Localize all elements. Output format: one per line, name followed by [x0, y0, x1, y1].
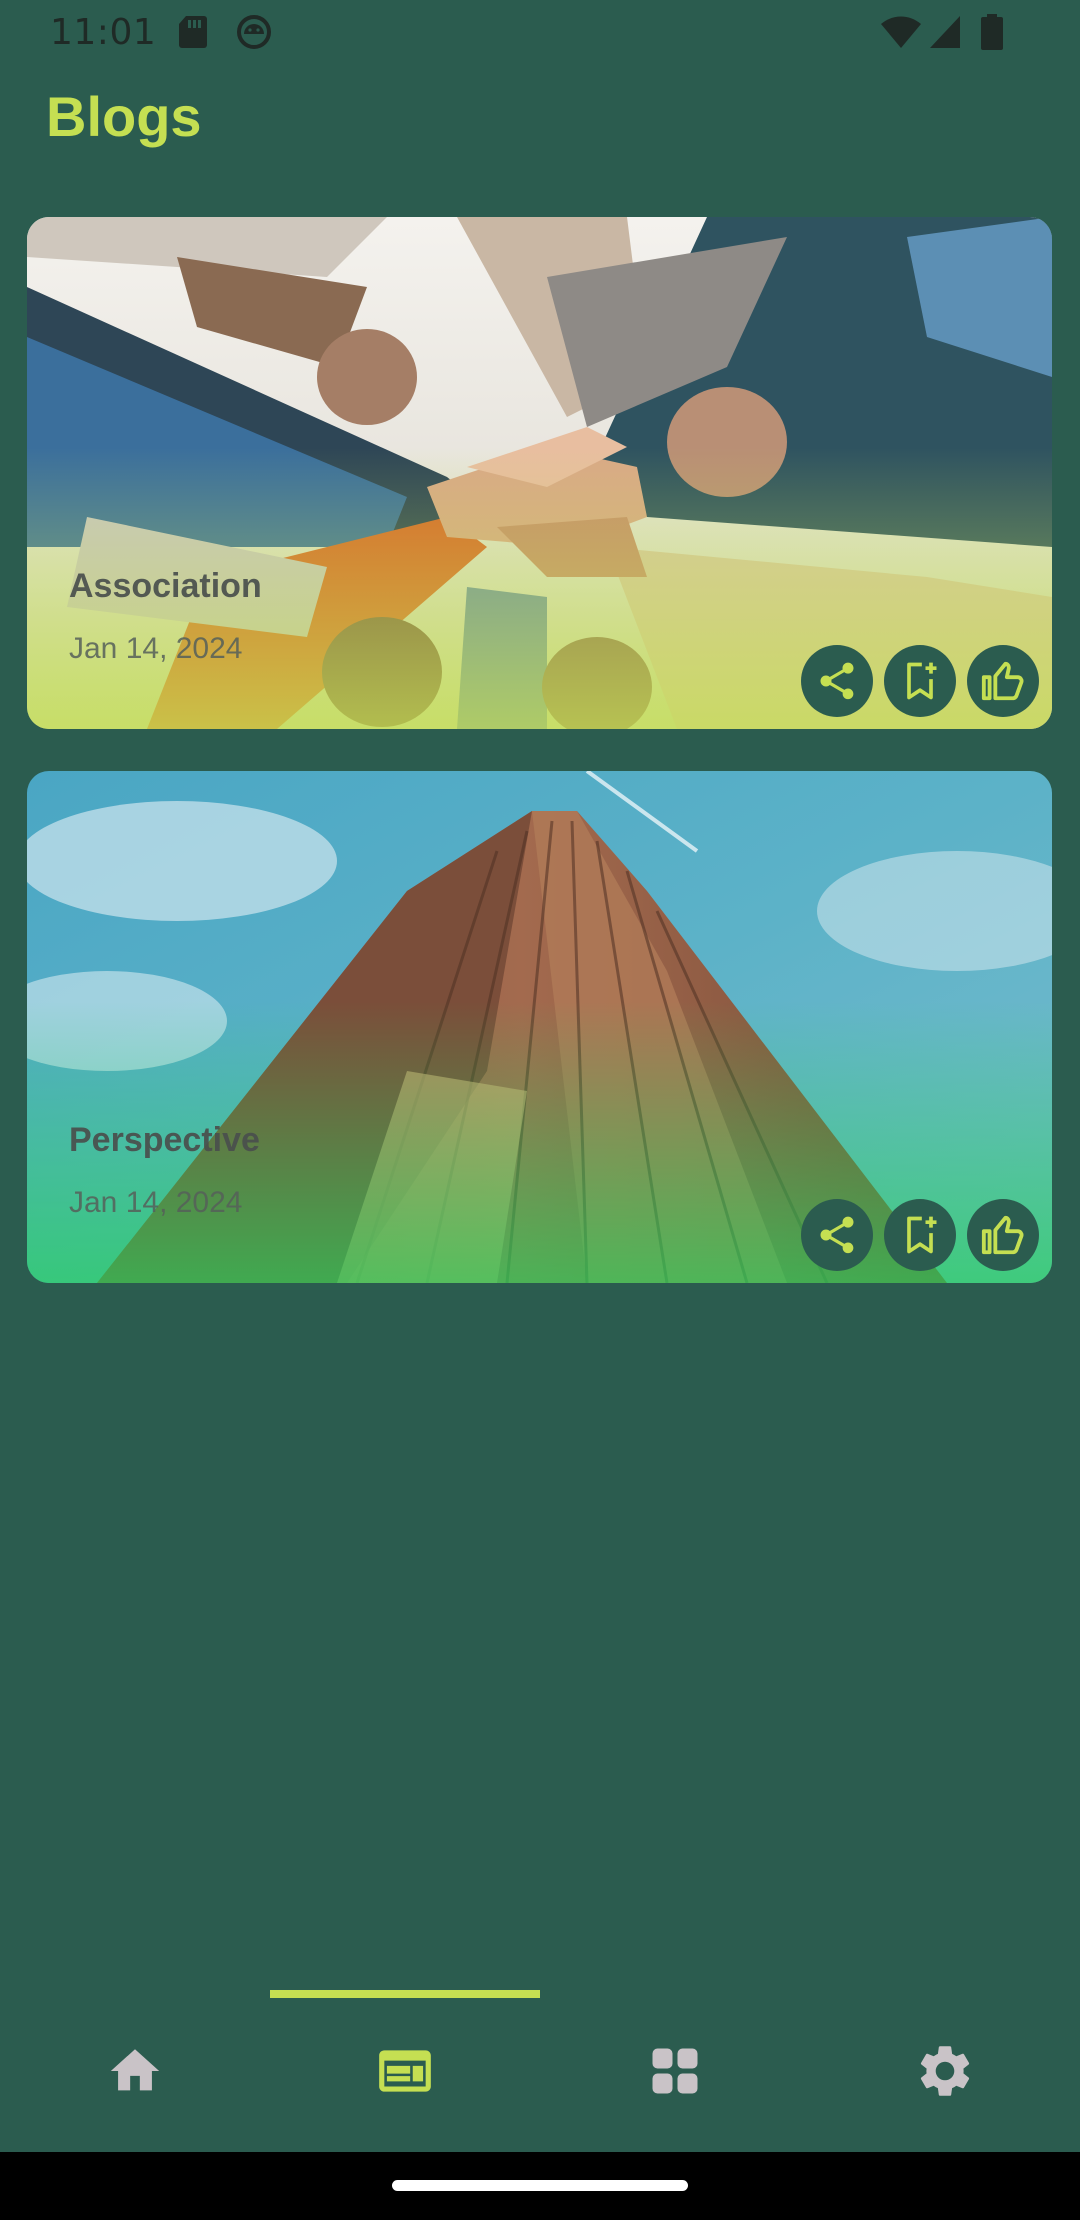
like-button[interactable]	[967, 645, 1039, 717]
blog-date: Jan 14, 2024	[69, 1186, 243, 1219]
article-icon	[379, 2050, 431, 2092]
status-time: 11:01	[50, 12, 157, 53]
page-title: Blogs	[46, 85, 202, 148]
nav-item-categories[interactable]	[540, 1990, 810, 2152]
cellular-signal-icon	[930, 16, 960, 48]
blog-card[interactable]: Association Jan 14, 2024	[27, 217, 1052, 729]
share-icon	[820, 1216, 854, 1254]
share-button[interactable]	[801, 1199, 873, 1271]
grid-icon	[652, 2048, 698, 2094]
sd-card-icon	[179, 16, 207, 48]
blog-date: Jan 14, 2024	[69, 632, 243, 665]
system-navigation-bar	[0, 2152, 1080, 2220]
nav-item-settings[interactable]	[810, 1990, 1080, 2152]
blog-title: Association	[69, 567, 262, 605]
gear-icon	[920, 2046, 970, 2096]
android-debug-icon	[237, 15, 271, 49]
like-button[interactable]	[967, 1199, 1039, 1271]
home-gesture-handle[interactable]	[392, 2180, 688, 2191]
status-bar: 11:01	[0, 0, 1080, 66]
bookmark-button[interactable]	[884, 645, 956, 717]
wifi-icon	[881, 16, 921, 48]
blog-card[interactable]: Perspective Jan 14, 2024	[27, 771, 1052, 1283]
nav-item-home[interactable]	[0, 1990, 270, 2152]
nav-item-blogs[interactable]	[270, 1990, 540, 2152]
battery-icon	[981, 14, 1003, 50]
screen: 11:01 Blogs Association Jan 14, 2024 Per…	[0, 0, 1080, 2220]
bottom-navigation	[0, 1990, 1080, 2152]
share-icon	[820, 662, 854, 700]
blog-title: Perspective	[69, 1121, 260, 1159]
home-icon	[110, 2049, 160, 2091]
bookmark-add-icon	[907, 1216, 937, 1254]
bookmark-button[interactable]	[884, 1199, 956, 1271]
share-button[interactable]	[801, 645, 873, 717]
thumb-up-icon	[981, 661, 1024, 701]
bookmark-add-icon	[907, 662, 937, 700]
thumb-up-icon	[981, 1215, 1024, 1255]
